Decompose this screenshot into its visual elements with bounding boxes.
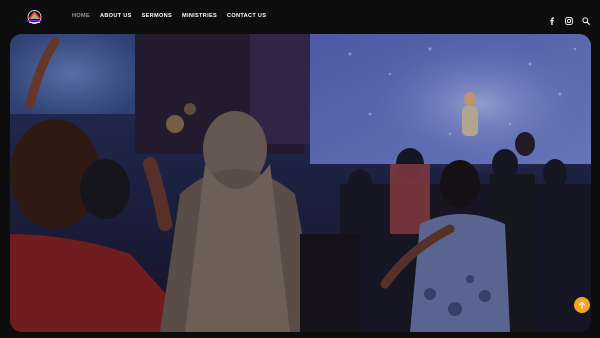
hero-image	[10, 34, 591, 332]
social-links	[548, 12, 590, 25]
nav-contact-us[interactable]: CONTACT US	[227, 13, 266, 19]
instagram-icon[interactable]	[565, 12, 573, 25]
arrow-up-icon	[578, 296, 586, 314]
church-logo[interactable]	[24, 9, 45, 25]
top-navbar: HOME ABOUT US SERMONS MINISTRIES CONTACT…	[0, 0, 600, 34]
nav-ministries[interactable]: MINISTRIES	[182, 13, 217, 19]
main-nav: HOME ABOUT US SERMONS MINISTRIES CONTACT…	[72, 13, 276, 19]
nav-sermons[interactable]: SERMONS	[142, 13, 172, 19]
nav-home[interactable]: HOME	[72, 13, 90, 19]
nav-about-us[interactable]: ABOUT US	[100, 13, 132, 19]
facebook-icon[interactable]	[548, 12, 556, 25]
search-icon[interactable]	[582, 12, 590, 25]
scroll-to-top-button[interactable]	[574, 297, 590, 313]
